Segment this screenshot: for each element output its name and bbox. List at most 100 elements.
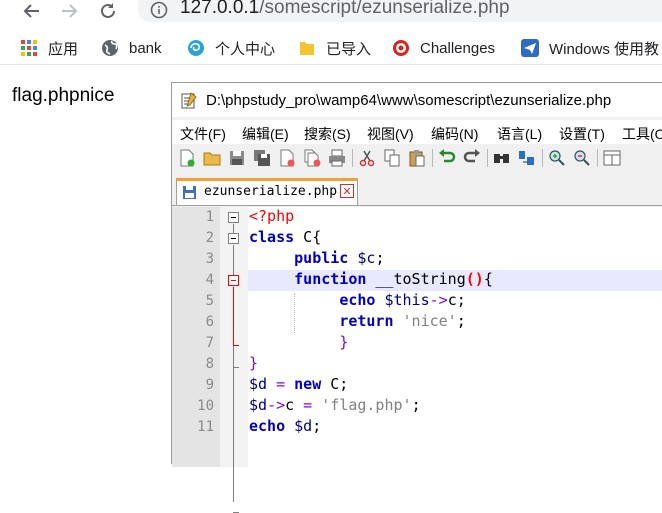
replace-icon[interactable]	[518, 149, 536, 167]
line-number: 1	[205, 209, 214, 225]
code-line: public $c;	[294, 249, 385, 267]
redo-icon[interactable]	[463, 149, 481, 167]
fold-end	[233, 367, 239, 368]
bookmark-bank[interactable]: bank	[101, 38, 162, 58]
code-line: $d->c = 'flag.php';	[249, 396, 421, 414]
toolbar-separator	[597, 149, 598, 167]
apps-grid-icon	[20, 39, 38, 57]
code-line: }	[339, 333, 349, 351]
bookmark-challenges[interactable]: Challenges	[392, 38, 495, 58]
send-arrow-icon	[521, 39, 539, 57]
line-number: 2	[205, 230, 214, 246]
globe-icon	[101, 39, 119, 57]
toolbar-separator	[432, 149, 433, 167]
menu-settings[interactable]: 设置(T)	[559, 124, 605, 144]
menu-view[interactable]: 视图(V)	[367, 124, 414, 144]
bookmark-label: Challenges	[420, 39, 496, 57]
bookmark-personal-center[interactable]: 个人中心	[187, 38, 275, 58]
bookmarks-bar: 应用 bank 个人中心 已导入 Challenges Windows 使用教	[0, 32, 662, 65]
back-arrow-icon[interactable]	[21, 0, 43, 22]
zoom-in-icon[interactable]	[548, 149, 566, 167]
fold-margin	[220, 207, 248, 513]
address-bar[interactable]: 127.0.0.1/somescript/ezunserialize.php	[138, 0, 662, 22]
code-line: }	[249, 354, 259, 372]
line-number: 8	[205, 356, 214, 372]
bookmark-imported-folder[interactable]: 已导入	[298, 38, 371, 58]
tab-strip: ezunserialize.php ✕	[172, 175, 662, 206]
code-line: return 'nice';	[339, 312, 466, 330]
menu-encoding[interactable]: 编码(N)	[431, 124, 478, 144]
info-icon[interactable]	[150, 1, 168, 19]
code-line: function __toString(){	[294, 270, 493, 288]
bookmark-label: 应用	[48, 40, 79, 58]
copy-icon[interactable]	[383, 149, 401, 167]
save-all-icon[interactable]	[253, 149, 271, 167]
close-file-icon[interactable]	[278, 149, 296, 167]
fold-line	[233, 245, 234, 275]
notepadpp-window: D:\phpstudy_pro\wamp64\www\somescript\ez…	[171, 82, 662, 513]
page-output-text: flag.phpnice	[12, 85, 115, 106]
bookmark-label: bank	[129, 39, 162, 57]
undo-icon[interactable]	[438, 149, 456, 167]
line-number: 3	[205, 251, 214, 267]
notepad-app-icon	[181, 92, 197, 109]
line-number: 10	[197, 398, 214, 414]
saved-file-icon	[183, 186, 196, 199]
fold-collapse-icon[interactable]	[228, 233, 240, 245]
line-number: 9	[205, 377, 214, 393]
toolbar	[172, 145, 662, 171]
menu-language[interactable]: 语言(L)	[497, 124, 542, 144]
code-line: $d = new C;	[249, 375, 349, 393]
bookmark-label: 个人中心	[215, 40, 276, 58]
swirl-logo-icon	[187, 39, 205, 57]
bookmark-label: Windows 使用教	[549, 40, 660, 58]
menu-search[interactable]: 搜索(S)	[304, 124, 351, 144]
sync-scroll-icon[interactable]	[603, 149, 621, 167]
line-number: 4	[205, 272, 214, 288]
menu-tools[interactable]: 工具(O	[622, 124, 662, 144]
toolbar-separator	[487, 149, 488, 167]
tab-label: ezunserialize.php	[204, 184, 338, 199]
toolbar-separator	[542, 149, 543, 167]
code-editor[interactable]: 1 2 3 4 5 6 7 8 9 10 11 <?php class C{ p…	[172, 207, 662, 513]
menu-file[interactable]: 文件(F)	[180, 124, 226, 144]
toolbar-separator	[352, 149, 353, 167]
code-line: class C{	[249, 228, 322, 246]
menu-bar: 文件(F) 编辑(E) 搜索(S) 视图(V) 编码(N) 语言(L) 设置(T…	[172, 120, 662, 144]
paste-icon[interactable]	[408, 149, 426, 167]
tab-ezunserialize[interactable]: ezunserialize.php ✕	[176, 178, 358, 205]
save-icon[interactable]	[228, 149, 246, 167]
fold-collapse-icon[interactable]	[228, 275, 240, 287]
reload-icon[interactable]	[97, 0, 119, 22]
url-text: 127.0.0.1/somescript/ezunserialize.php	[180, 0, 510, 18]
folder-icon	[298, 39, 316, 57]
close-all-icon[interactable]	[303, 149, 321, 167]
window-titlebar: D:\phpstudy_pro\wamp64\www\somescript\ez…	[172, 83, 662, 117]
cut-icon[interactable]	[358, 149, 376, 167]
code-line: echo $d;	[249, 417, 322, 435]
bookmark-windows-tutorial[interactable]: Windows 使用教	[521, 38, 659, 58]
line-number: 11	[197, 419, 214, 435]
open-file-icon[interactable]	[203, 149, 221, 167]
line-number: 6	[205, 314, 214, 330]
browser-address-row: 127.0.0.1/somescript/ezunserialize.php	[0, 0, 662, 22]
bookmark-label: 已导入	[326, 40, 372, 58]
fold-line	[233, 224, 234, 233]
window-title: D:\phpstudy_pro\wamp64\www\somescript\ez…	[206, 92, 612, 109]
target-logo-icon	[392, 39, 410, 57]
fold-line	[233, 287, 234, 345]
code-line: <?php	[249, 207, 295, 225]
line-number: 5	[205, 293, 214, 309]
line-number: 7	[205, 335, 214, 351]
zoom-out-icon[interactable]	[573, 149, 591, 167]
menu-edit[interactable]: 编辑(E)	[242, 124, 289, 144]
find-icon[interactable]	[493, 149, 511, 167]
print-icon[interactable]	[328, 149, 346, 167]
tab-close-icon[interactable]: ✕	[340, 184, 354, 198]
fold-collapse-icon[interactable]	[228, 212, 240, 224]
code-line: echo $this->c;	[339, 291, 466, 309]
forward-arrow-icon[interactable]	[58, 0, 80, 22]
new-file-icon[interactable]	[178, 149, 196, 167]
fold-line	[233, 346, 234, 502]
bookmark-apps[interactable]: 应用	[20, 38, 78, 58]
